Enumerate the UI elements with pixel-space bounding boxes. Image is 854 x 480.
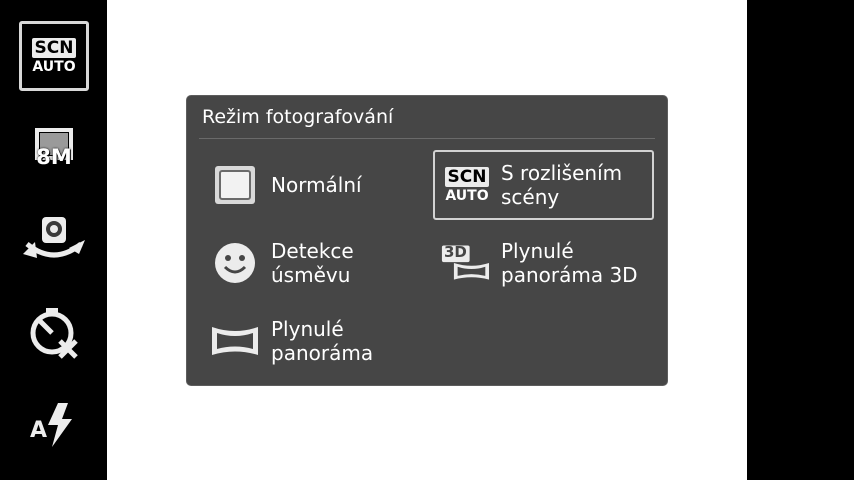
scene-mode-button[interactable]: SCN AUTO: [19, 21, 89, 91]
resolution-button[interactable]: 8M: [19, 114, 89, 184]
option-label-line2: scény: [501, 185, 560, 209]
flash-auto-icon: A: [28, 401, 80, 449]
auto-text: AUTO: [445, 187, 489, 204]
scene-auto-icon: SCN AUTO: [31, 37, 77, 75]
option-label: Detekce úsměvu: [271, 239, 354, 287]
self-timer-button[interactable]: [19, 298, 89, 368]
dialog-title: Režim fotografování: [202, 106, 394, 128]
option-label: Plynulé panoráma: [271, 317, 373, 365]
option-scene-recognition[interactable]: SCN AUTO S rozlišením scény: [433, 150, 654, 220]
panorama-3d-icon-text: 3D: [444, 243, 467, 261]
right-bar: [747, 0, 854, 480]
self-timer-off-icon: [30, 308, 78, 359]
option-label: Normální: [271, 173, 362, 197]
camera-switch-icon: [23, 217, 85, 258]
option-label-line2: panoráma 3D: [501, 263, 638, 287]
smile-icon: [211, 241, 259, 285]
option-label: Plynulé panoráma 3D: [501, 239, 638, 287]
option-label: S rozlišením scény: [501, 161, 622, 209]
flash-button[interactable]: A: [19, 390, 89, 460]
option-label-line1: Detekce: [271, 239, 354, 263]
scn-text: SCN: [444, 166, 490, 187]
option-label-line1: Plynulé: [501, 239, 574, 263]
option-label-line2: panoráma: [271, 341, 374, 365]
settings-sidebar: SCN AUTO 8M A: [0, 0, 107, 480]
scn-text: SCN: [31, 37, 77, 58]
panorama-3d-icon: 3D: [441, 241, 489, 285]
option-smile-detection[interactable]: Detekce úsměvu: [211, 238, 431, 288]
option-sweep-panorama-3d[interactable]: 3D Plynulé panoráma 3D: [441, 238, 651, 288]
dialog-divider: [199, 138, 655, 139]
normal-mode-icon: [211, 163, 259, 207]
resolution-icon: 8M: [32, 127, 76, 171]
camera-switch-button[interactable]: [19, 207, 89, 277]
scene-auto-icon: SCN AUTO: [443, 163, 491, 207]
auto-text: AUTO: [32, 58, 76, 75]
option-label-line1: S rozlišením: [501, 161, 623, 185]
panorama-icon: [211, 319, 259, 363]
option-sweep-panorama[interactable]: Plynulé panoráma: [211, 316, 431, 366]
option-label-line1: Plynulé: [271, 317, 344, 341]
option-label-line2: úsměvu: [271, 263, 351, 287]
shooting-mode-dialog: Režim fotografování Normální SCN AUTO S …: [186, 95, 668, 386]
option-normal[interactable]: Normální: [211, 162, 431, 208]
resolution-label: 8M: [36, 145, 72, 169]
